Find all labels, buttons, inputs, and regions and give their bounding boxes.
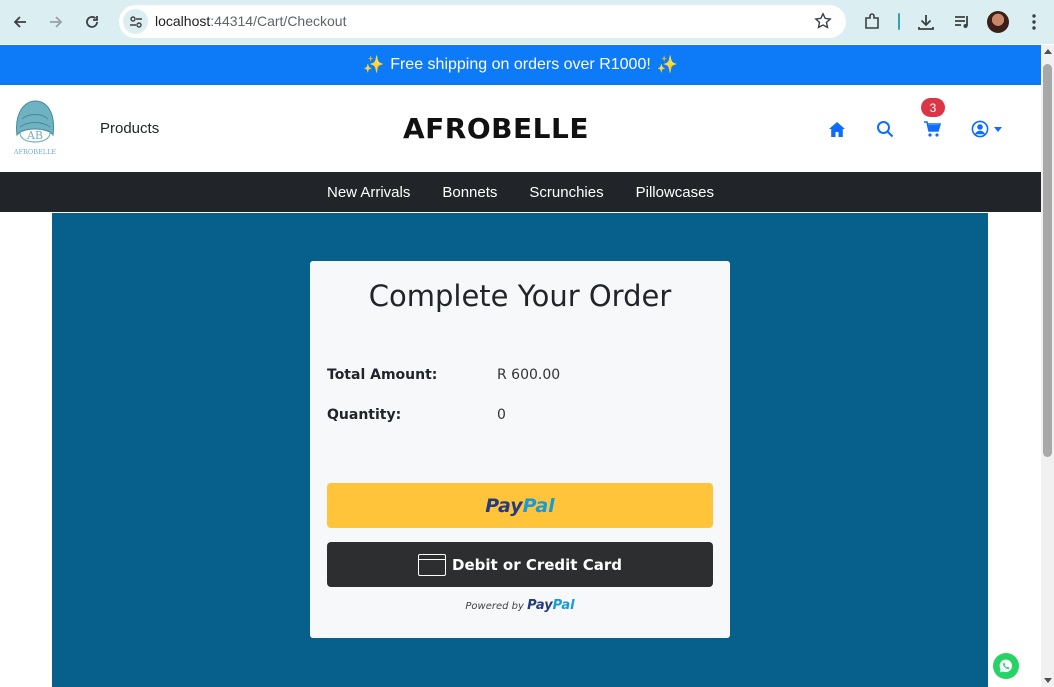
media-control-icon[interactable] [950,10,974,34]
category-nav: New Arrivals Bonnets Scrunchies Pillowca… [0,172,1041,212]
extensions-icon[interactable] [860,10,884,34]
promo-banner: ✨ Free shipping on orders over R1000! ✨ [0,45,1041,85]
bookmark-star-icon[interactable] [814,12,832,34]
products-link[interactable]: Products [100,120,159,137]
paypal-logo-pay: Pay [485,494,523,517]
total-value: R 600.00 [497,367,561,383]
url-path: :44314/Cart/Checkout [210,13,347,29]
site-logo[interactable]: AB AFROBELLE [12,97,58,157]
kebab-menu-icon[interactable] [1022,10,1046,34]
browser-toolbar: localhost:44314/Cart/Checkout [0,0,1054,44]
category-scrunchies[interactable]: Scrunchies [513,184,619,201]
paypal-button[interactable]: Pay Pal [327,483,713,528]
cart-icon[interactable] [922,119,942,139]
back-icon[interactable] [8,10,32,34]
logo-wordmark: AFROBELLE [13,148,57,156]
search-icon[interactable] [875,119,895,139]
credit-card-icon [418,553,447,576]
scroll-down-arrow-icon[interactable] [1044,678,1052,683]
powered-by-text: Powered by [465,601,524,612]
home-icon[interactable] [827,119,847,139]
sparkle-icon: ✨ [656,55,678,74]
logo-monogram: AB [26,129,43,142]
toolbar-divider [898,13,900,30]
checkout-title: Complete Your Order [368,279,672,313]
debit-credit-card-button[interactable]: Debit or Credit Card [327,542,713,587]
site-header: AB AFROBELLE Products AFROBELLE 3 [0,85,1041,172]
whatsapp-icon[interactable] [993,653,1019,679]
scroll-thumb[interactable] [1043,64,1052,457]
total-label: Total Amount: [327,367,438,383]
download-icon[interactable] [914,10,938,34]
total-row: Total Amount: R 600.00 [327,367,560,383]
checkout-section: Complete Your Order Total Amount: R 600.… [52,213,988,687]
promo-text: Free shipping on orders over R1000! [390,56,651,73]
quantity-value: 0 [497,407,506,423]
category-bonnets[interactable]: Bonnets [426,184,513,201]
page-scrollbar[interactable] [1041,45,1054,687]
powered-paypal-pay: Pay [527,598,553,613]
user-circle-icon [971,120,989,138]
category-pillowcases[interactable]: Pillowcases [620,184,730,201]
profile-avatar[interactable] [987,11,1009,33]
scroll-up-arrow-icon[interactable] [1044,49,1052,54]
forward-icon[interactable] [44,10,68,34]
category-new-arrivals[interactable]: New Arrivals [311,184,426,201]
url-host: localhost [155,13,211,29]
quantity-label: Quantity: [327,407,402,423]
powered-by-paypal: Powered by PayPal [310,598,730,613]
brand-title: AFROBELLE [403,112,589,145]
card-button-label: Debit or Credit Card [452,555,622,574]
url-text: localhost:44314/Cart/Checkout [155,13,346,29]
account-dropdown[interactable] [971,119,1007,139]
reload-icon[interactable] [80,10,104,34]
powered-paypal-pal: Pal [552,598,575,613]
web-page: ✨ Free shipping on orders over R1000! ✨ … [0,45,1041,687]
quantity-row: Quantity: 0 [327,407,506,423]
paypal-logo-pal: Pal [522,494,555,517]
cart-count-badge: 3 [921,98,945,117]
site-info-icon[interactable] [123,9,148,34]
caret-down-icon [994,126,1002,132]
checkout-card: Complete Your Order Total Amount: R 600.… [310,261,730,638]
address-bar[interactable]: localhost:44314/Cart/Checkout [119,5,846,38]
sparkle-icon: ✨ [363,55,385,74]
